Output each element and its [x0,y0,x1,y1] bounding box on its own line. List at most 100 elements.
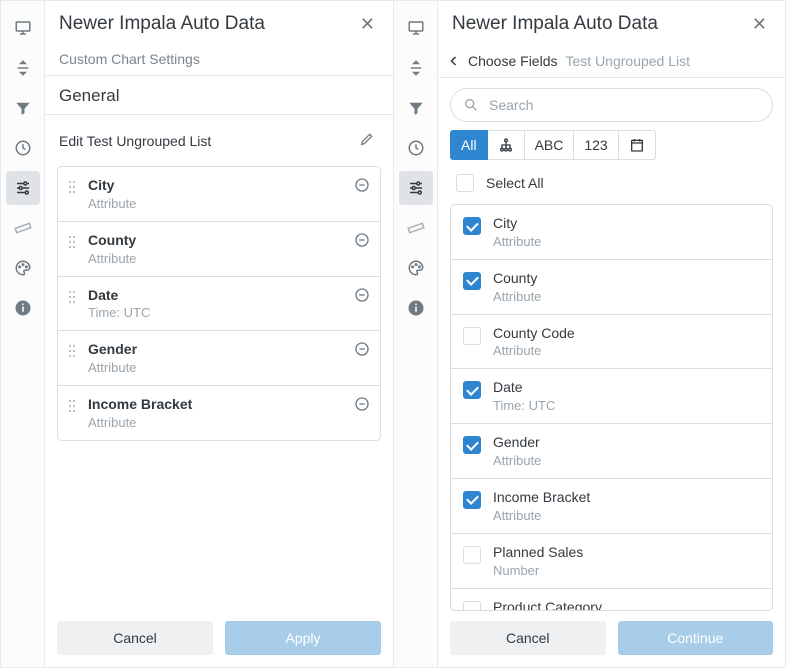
field-name: Income Bracket [88,396,370,413]
edit-pencil-icon[interactable] [355,127,379,154]
panel-title: Newer Impala Auto Data [452,13,658,35]
left-content: Newer Impala Auto Data ✕ Custom Chart Se… [45,1,393,667]
field-name: County Code [493,325,760,342]
close-icon[interactable]: ✕ [748,11,771,37]
field-name: Gender [88,341,370,358]
right-rail [394,1,438,667]
field-sub: Attribute [88,196,370,211]
rail-sliders-icon[interactable] [6,171,40,205]
field-picker: City Attribute County Attribute County C… [450,204,773,611]
continue-button[interactable]: Continue [618,621,774,655]
field-sub: Attribute [88,251,370,266]
chip-date-icon[interactable] [619,130,656,160]
field-name: City [88,177,370,194]
rail-palette-icon[interactable] [399,251,433,285]
breadcrumb: Choose Fields Test Ungrouped List [438,45,785,78]
search-input[interactable] [450,88,773,122]
list-item[interactable]: City Attribute [58,167,380,221]
field-sub: Attribute [88,360,370,375]
field-name: Date [493,379,760,396]
cancel-button[interactable]: Cancel [450,621,606,655]
field-checkbox[interactable] [463,491,481,509]
select-all-checkbox[interactable] [456,174,474,192]
rail-filter-icon[interactable] [399,91,433,125]
drag-handle-icon[interactable] [68,180,78,194]
pick-item[interactable]: Income Bracket Attribute [451,478,772,533]
field-sub: Attribute [493,289,760,304]
remove-icon[interactable] [352,339,372,359]
rail-presentation-icon[interactable] [399,11,433,45]
field-name: Gender [493,434,760,451]
chip-123[interactable]: 123 [574,130,618,160]
chip-all[interactable]: All [450,130,488,160]
section-general: General [45,76,393,115]
rail-filter-icon[interactable] [6,91,40,125]
field-sub: Attribute [493,453,760,468]
rail-clock-icon[interactable] [6,131,40,165]
field-checkbox[interactable] [463,381,481,399]
rail-info-icon[interactable] [399,291,433,325]
field-checkbox[interactable] [463,546,481,564]
breadcrumb-label: Choose Fields [468,53,558,69]
field-checkbox[interactable] [463,217,481,235]
rail-presentation-icon[interactable] [6,11,40,45]
field-sub: Time: UTC [88,305,370,320]
apply-button[interactable]: Apply [225,621,381,655]
field-name: County [493,270,760,287]
subtitle: Custom Chart Settings [45,45,393,76]
pick-item[interactable]: County Code Attribute [451,314,772,369]
right-content: Newer Impala Auto Data ✕ Choose Fields T… [438,1,785,667]
cancel-button[interactable]: Cancel [57,621,213,655]
left-panel: Newer Impala Auto Data ✕ Custom Chart Se… [1,1,393,667]
chip-abc[interactable]: ABC [525,130,575,160]
field-sub: Attribute [493,508,760,523]
pick-item[interactable]: Planned Sales Number [451,533,772,588]
select-all-label: Select All [486,175,544,191]
close-icon[interactable]: ✕ [356,11,379,37]
remove-icon[interactable] [352,175,372,195]
rail-ruler-icon[interactable] [399,211,433,245]
list-item[interactable]: Income Bracket Attribute [58,385,380,440]
list-item[interactable]: Gender Attribute [58,330,380,385]
pick-item[interactable]: Date Time: UTC [451,368,772,423]
drag-handle-icon[interactable] [68,235,78,249]
left-rail [1,1,45,667]
field-checkbox[interactable] [463,327,481,345]
rail-sliders-icon[interactable] [399,171,433,205]
field-name: Product Category [493,599,760,610]
rail-resize-icon[interactable] [6,51,40,85]
remove-icon[interactable] [352,285,372,305]
remove-icon[interactable] [352,230,372,250]
list-item[interactable]: Date Time: UTC [58,276,380,331]
edit-label: Edit Test Ungrouped List [59,133,211,149]
chip-hierarchy-icon[interactable] [488,130,525,160]
drag-handle-icon[interactable] [68,399,78,413]
search-icon [463,97,479,113]
rail-palette-icon[interactable] [6,251,40,285]
pick-item[interactable]: City Attribute [451,205,772,259]
field-name: Income Bracket [493,489,760,506]
field-list: City Attribute County Attribute Date Tim… [57,166,381,441]
filter-chips: All ABC 123 [438,130,785,170]
pick-item[interactable]: County Attribute [451,259,772,314]
search-field[interactable] [487,96,760,114]
panel-title: Newer Impala Auto Data [59,13,265,35]
drag-handle-icon[interactable] [68,290,78,304]
rail-resize-icon[interactable] [399,51,433,85]
field-name: Date [88,287,370,304]
drag-handle-icon[interactable] [68,344,78,358]
rail-info-icon[interactable] [6,291,40,325]
list-item[interactable]: County Attribute [58,221,380,276]
field-name: Planned Sales [493,544,760,561]
pick-item[interactable]: Product Category Attribute [451,588,772,610]
remove-icon[interactable] [352,394,372,414]
field-checkbox[interactable] [463,601,481,610]
field-sub: Attribute [88,415,370,430]
pick-item[interactable]: Gender Attribute [451,423,772,478]
field-checkbox[interactable] [463,436,481,454]
field-checkbox[interactable] [463,272,481,290]
back-button[interactable] [448,55,460,67]
rail-clock-icon[interactable] [399,131,433,165]
breadcrumb-sub: Test Ungrouped List [566,53,691,69]
rail-ruler-icon[interactable] [6,211,40,245]
